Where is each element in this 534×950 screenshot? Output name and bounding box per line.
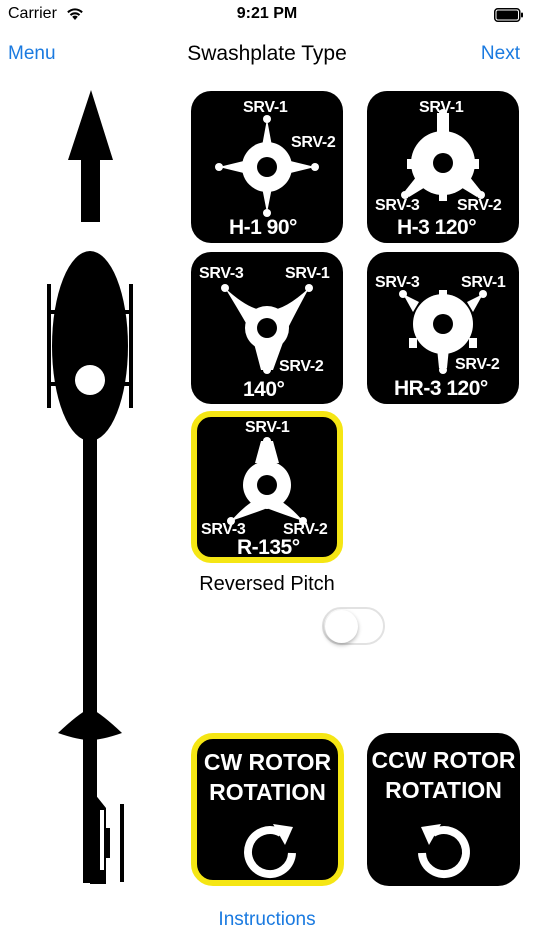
ccw-rotor-rotation-button[interactable]: CCW ROTOR ROTATION — [367, 733, 520, 886]
cw-line1: CW ROTOR — [203, 749, 332, 775]
cw-line2: ROTATION — [209, 779, 326, 805]
h1-srv2-label: SRV-2 — [291, 134, 336, 151]
helicopter-illustration — [47, 90, 133, 884]
swashplate-option-hr3-120[interactable]: SRV-3 SRV-1 SRV-2 HR-3 120° — [367, 252, 519, 404]
140-caption: 140° — [243, 378, 285, 401]
direction-arrow-icon — [68, 90, 113, 222]
next-button[interactable]: Next — [481, 43, 520, 65]
h3-srv1-label: SRV-1 — [419, 99, 464, 116]
hr3-caption: HR-3 120° — [394, 377, 488, 400]
ccw-line2: ROTATION — [385, 777, 502, 803]
140-srv1-label: SRV-1 — [285, 265, 330, 282]
hr3-srv3-label: SRV-3 — [375, 274, 420, 291]
toggle-knob — [325, 610, 358, 643]
status-bar: Carrier 9:21 PM — [0, 0, 534, 32]
swashplate-option-h1-90[interactable]: SRV-1 SRV-2 H-1 90° — [191, 91, 343, 243]
cw-rotor-rotation-button[interactable]: CW ROTOR ROTATION — [191, 733, 344, 886]
reversed-pitch-label: Reversed Pitch — [199, 573, 335, 595]
h1-caption: H-1 90° — [229, 216, 297, 239]
status-time: 9:21 PM — [236, 5, 298, 22]
swashplate-option-h3-120[interactable]: SRV-1 SRV-3 SRV-2 H-3 120° — [367, 91, 519, 243]
swashplate-option-140[interactable]: SRV-3 SRV-1 SRV-2 140° — [191, 252, 343, 404]
navigation-bar: Menu Swashplate Type Next — [0, 32, 534, 76]
hr3-srv1-label: SRV-1 — [461, 274, 506, 291]
clockwise-icon — [244, 824, 296, 879]
helicopter-icon — [47, 251, 133, 884]
ccw-line1: CCW ROTOR — [371, 747, 516, 773]
h3-caption: H-3 120° — [397, 216, 477, 239]
swashplate-option-r135[interactable]: SRV-1 SRV-3 SRV-2 R-135° — [191, 411, 343, 563]
reversed-pitch-toggle[interactable] — [322, 607, 385, 645]
r135-srv1-label: SRV-1 — [245, 419, 290, 436]
h3-srv2-label: SRV-2 — [457, 197, 502, 214]
instructions-link[interactable]: Instructions — [0, 909, 534, 931]
140-srv3-label: SRV-3 — [199, 265, 244, 282]
h1-srv1-label: SRV-1 — [243, 99, 288, 116]
page-title: Swashplate Type — [187, 42, 347, 65]
counterclockwise-icon — [418, 824, 470, 879]
battery-icon — [494, 8, 523, 22]
h3-srv3-label: SRV-3 — [375, 197, 420, 214]
hr3-srv2-label: SRV-2 — [455, 356, 500, 373]
140-srv2-label: SRV-2 — [279, 358, 324, 375]
r135-caption: R-135° — [237, 536, 300, 559]
